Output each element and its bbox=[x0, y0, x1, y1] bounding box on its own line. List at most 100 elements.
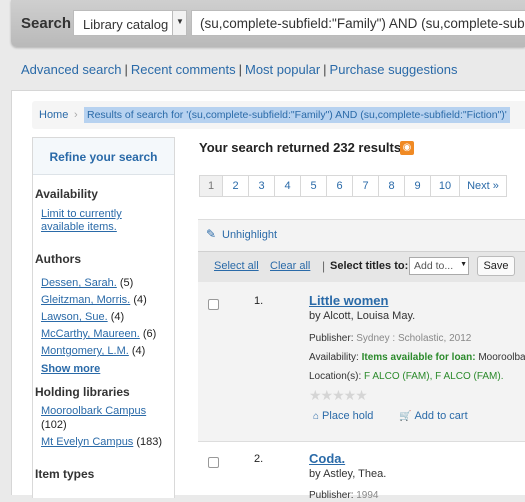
publisher-value: 1994 bbox=[356, 490, 379, 501]
facet-author-link[interactable]: Dessen, Sarah. bbox=[41, 277, 117, 289]
refine-search-heading[interactable]: Refine your search bbox=[33, 138, 174, 175]
facet-count: (4) bbox=[110, 311, 125, 323]
add-to-cart-link[interactable]: 🛒 Add to cart bbox=[399, 410, 468, 422]
select-titles-label: Select titles to: bbox=[330, 260, 409, 272]
recent-comments-link[interactable]: Recent comments bbox=[131, 62, 236, 77]
pagination: 1 2 3 4 5 6 7 8 9 10 Next » bbox=[199, 175, 507, 197]
result-publisher: Publisher: Sydney : Scholastic, 2012 bbox=[309, 333, 471, 344]
main-panel: Home › Results of search for '(su,comple… bbox=[11, 90, 525, 501]
search-scope-select[interactable]: Library catalog ▼ bbox=[73, 10, 187, 36]
place-hold-label: Place hold bbox=[322, 410, 374, 422]
select-all-link[interactable]: Select all bbox=[214, 260, 259, 272]
facet-author-link[interactable]: Gleitzman, Morris. bbox=[41, 294, 130, 306]
facet-count: (5) bbox=[119, 277, 134, 289]
chevron-down-icon: ▼ bbox=[460, 261, 467, 268]
facet-library-link[interactable]: Mt Evelyn Campus bbox=[41, 436, 133, 448]
facet-author-link[interactable]: Lawson, Sue. bbox=[41, 311, 108, 323]
rss-icon[interactable]: ◉ bbox=[400, 141, 414, 155]
separator: | bbox=[322, 259, 326, 273]
result-title[interactable]: Little women bbox=[309, 293, 388, 308]
facet-count: (183) bbox=[136, 436, 163, 448]
location-label: Location(s): bbox=[309, 371, 362, 382]
facet-author-link[interactable]: McCarthy, Maureen. bbox=[41, 328, 140, 340]
page-link[interactable]: 9 bbox=[404, 175, 431, 197]
facet-author-item: McCarthy, Maureen. (6) bbox=[41, 328, 156, 340]
result-availability: Availability: Items available for loan: … bbox=[309, 352, 525, 363]
limit-available-link-2[interactable]: available items. bbox=[41, 221, 117, 233]
selection-bar: Select all Clear all | Select titles to:… bbox=[198, 251, 525, 283]
select-arrow[interactable]: ▼ bbox=[172, 11, 186, 35]
availability-status: Items available for loan: bbox=[361, 352, 476, 363]
facet-library-link[interactable]: Mooroolbark Campus bbox=[41, 405, 146, 417]
location-value: F ALCO (FAM), F ALCO (FAM). bbox=[364, 371, 504, 382]
search-input-value: (su,complete-subfield:"Family") AND (su,… bbox=[200, 16, 525, 31]
facet-library-item: Mooroolbark Campus bbox=[41, 405, 146, 417]
page-link[interactable]: 5 bbox=[300, 175, 327, 197]
next-page-link[interactable]: Next » bbox=[459, 175, 507, 197]
result-location: Location(s): F ALCO (FAM), F ALCO (FAM). bbox=[309, 371, 504, 382]
availability-label: Availability: bbox=[309, 352, 359, 363]
unhighlight-link[interactable]: Unhighlight bbox=[222, 229, 277, 241]
publisher-label: Publisher: bbox=[309, 333, 354, 344]
availability-heading: Availability bbox=[35, 187, 98, 201]
place-hold-link[interactable]: ⌂ Place hold bbox=[313, 410, 373, 422]
result-publisher: Publisher: 1994 bbox=[309, 490, 379, 501]
facet-author-item: Dessen, Sarah. (5) bbox=[41, 277, 133, 289]
page-link[interactable]: 2 bbox=[222, 175, 249, 197]
limit-available-link[interactable]: Limit to currently bbox=[41, 208, 122, 220]
search-bar: Search Library catalog ▼ (su,complete-su… bbox=[11, 0, 525, 47]
page-link[interactable]: 4 bbox=[274, 175, 301, 197]
result-title[interactable]: Coda. bbox=[309, 451, 345, 466]
limit-available-line2[interactable]: available items. bbox=[41, 221, 117, 233]
show-more-link[interactable]: Show more bbox=[41, 363, 100, 375]
result-number: 1. bbox=[254, 295, 264, 307]
search-label: Search bbox=[21, 15, 72, 32]
facet-author-link[interactable]: Montgomery, L.M. bbox=[41, 345, 129, 357]
chevron-right-icon: › bbox=[74, 109, 78, 121]
separator: | bbox=[238, 62, 242, 77]
result-number: 2. bbox=[254, 453, 264, 465]
result-row: 1. Little women by Alcott, Louisa May. P… bbox=[198, 282, 525, 442]
top-links: Advanced search | Recent comments | Most pop… bbox=[21, 62, 457, 77]
search-input[interactable]: (su,complete-subfield:"Family") AND (su,… bbox=[191, 10, 525, 36]
results-count: Your search returned 232 results. bbox=[199, 140, 405, 155]
chevron-down-icon: ▼ bbox=[176, 17, 184, 26]
breadcrumb-current[interactable]: Results of search for '(su,complete-subf… bbox=[84, 107, 510, 123]
advanced-search-link[interactable]: Advanced search bbox=[21, 62, 121, 77]
page-link[interactable]: 10 bbox=[430, 175, 460, 197]
facet-author-item: Montgomery, L.M. (4) bbox=[41, 345, 145, 357]
availability-library: Mooroolbark bbox=[478, 352, 525, 363]
breadcrumb: Home › Results of search for '(su,comple… bbox=[32, 101, 525, 129]
facet-count: (4) bbox=[131, 345, 146, 357]
page-link[interactable]: 3 bbox=[248, 175, 275, 197]
publisher-label: Publisher: bbox=[309, 490, 354, 501]
result-author: by Astley, Thea. bbox=[309, 468, 387, 480]
page-link[interactable]: 6 bbox=[326, 175, 353, 197]
result-row: 2. Coda. by Astley, Thea. Publisher: 199… bbox=[198, 442, 525, 502]
page-link[interactable]: 1 bbox=[199, 175, 223, 197]
page-link[interactable]: 7 bbox=[352, 175, 379, 197]
most-popular-link[interactable]: Most popular bbox=[245, 62, 320, 77]
page-link[interactable]: 8 bbox=[378, 175, 405, 197]
separator: | bbox=[323, 62, 327, 77]
result-checkbox[interactable] bbox=[208, 457, 219, 468]
results-toolbar: ✎ Unhighlight bbox=[198, 219, 525, 252]
cart-icon: 🛒 bbox=[399, 411, 412, 422]
purchase-suggestions-link[interactable]: Purchase suggestions bbox=[330, 62, 458, 77]
limit-available-line1[interactable]: Limit to currently bbox=[41, 208, 122, 220]
facet-author-item: Lawson, Sue. (4) bbox=[41, 311, 124, 323]
rating-stars[interactable]: ★★★★★ bbox=[309, 387, 368, 404]
holding-libraries-heading: Holding libraries bbox=[35, 385, 130, 399]
facet-count: (102) bbox=[41, 419, 67, 431]
add-to-select[interactable]: Add to... ▼ bbox=[409, 257, 469, 275]
clear-all-link[interactable]: Clear all bbox=[270, 260, 310, 272]
result-checkbox[interactable] bbox=[208, 299, 219, 310]
add-to-cart-label: Add to cart bbox=[414, 410, 468, 422]
facet-library-item: Mt Evelyn Campus (183) bbox=[41, 436, 162, 448]
item-types-heading: Item types bbox=[35, 467, 95, 481]
facet-library-count-row: (102) bbox=[41, 419, 67, 431]
separator: | bbox=[124, 62, 128, 77]
breadcrumb-home[interactable]: Home bbox=[39, 109, 68, 121]
save-button[interactable]: Save bbox=[477, 256, 515, 276]
add-to-value: Add to... bbox=[414, 260, 454, 272]
